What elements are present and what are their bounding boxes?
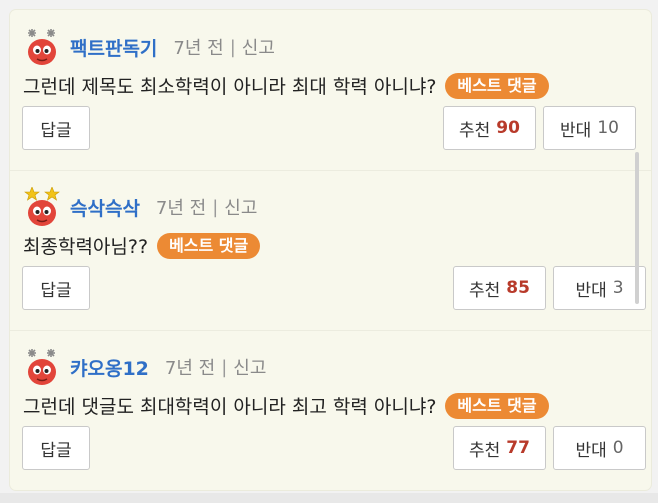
- comment-item: 캬오옹12 7년 전 | 신고 그런데 댓글도 최대학력이 아니라 최고 학력 …: [10, 330, 651, 490]
- comment-body: 그런데 댓글도 최대학력이 아니라 최고 학력 아니냐? 베스트 댓글: [23, 392, 549, 419]
- bottom-divider: [0, 493, 658, 503]
- comment-body: 그런데 제목도 최소학력이 아니라 최대 학력 아니냐? 베스트 댓글: [23, 72, 549, 99]
- comment-list: 팩트판독기 7년 전 | 신고 그런데 제목도 최소학력이 아니라 최대 학력 …: [10, 10, 651, 490]
- comment-text: 그런데 댓글도 최대학력이 아니라 최고 학력 아니냐?: [23, 396, 437, 418]
- downvote-label: 반대: [575, 280, 607, 301]
- report-link[interactable]: 신고: [233, 354, 266, 380]
- report-link[interactable]: 신고: [242, 34, 275, 60]
- reply-button-label: 답글: [40, 120, 72, 141]
- comment-text: 최종학력아님??: [23, 236, 149, 258]
- downvote-label: 반대: [560, 120, 592, 141]
- report-link[interactable]: 신고: [224, 194, 257, 220]
- comment-nickname[interactable]: 캬오옹12: [70, 354, 149, 381]
- upvote-label: 추천: [459, 120, 491, 141]
- comment-text: 그런데 제목도 최소학력이 아니라 최대 학력 아니냐?: [23, 76, 437, 98]
- gold-star-mascot-icon: [24, 187, 60, 227]
- meta-separator: |: [221, 356, 228, 378]
- gray-sparkle-mascot-icon: [24, 347, 60, 387]
- comment-nickname[interactable]: 팩트판독기: [70, 34, 157, 61]
- upvote-label: 추천: [469, 440, 501, 461]
- best-comment-badge: 베스트 댓글: [445, 392, 549, 419]
- downvote-count: 10: [597, 118, 619, 138]
- comment-meta: 팩트판독기 7년 전 | 신고: [24, 27, 275, 67]
- reply-button-label: 답글: [40, 440, 72, 461]
- comment-meta: 캬오옹12 7년 전 | 신고: [24, 347, 266, 387]
- comment-nickname[interactable]: 슥삭슥삭: [70, 194, 140, 221]
- reply-button[interactable]: 답글: [22, 426, 90, 470]
- downvote-button[interactable]: 반대 10: [543, 106, 636, 150]
- meta-separator: |: [212, 196, 219, 218]
- upvote-count: 90: [496, 118, 520, 138]
- comment-item: 슥삭슥삭 7년 전 | 신고 최종학력아님?? 베스트 댓글 답글 추천 85 반…: [10, 170, 651, 331]
- comment-item: 팩트판독기 7년 전 | 신고 그런데 제목도 최소학력이 아니라 최대 학력 …: [10, 10, 651, 171]
- best-comment-badge: 베스트 댓글: [157, 232, 261, 259]
- comment-time: 7년 전: [164, 358, 216, 379]
- downvote-count: 0: [612, 438, 624, 458]
- comment-body: 최종학력아님?? 베스트 댓글: [23, 232, 261, 259]
- upvote-count: 85: [506, 278, 530, 298]
- meta-separator: |: [229, 36, 236, 58]
- gray-sparkle-mascot-icon: [24, 27, 60, 67]
- comment-time: 7년 전: [155, 198, 207, 219]
- upvote-button[interactable]: 추천 90: [443, 106, 536, 150]
- comment-time: 7년 전: [173, 38, 224, 59]
- upvote-button[interactable]: 추천 77: [453, 426, 546, 470]
- downvote-button[interactable]: 반대 3: [553, 266, 646, 310]
- comment-meta: 슥삭슥삭 7년 전 | 신고: [24, 187, 257, 227]
- downvote-count: 3: [612, 278, 624, 298]
- upvote-count: 77: [506, 438, 530, 458]
- downvote-label: 반대: [575, 440, 607, 461]
- best-comment-badge: 베스트 댓글: [445, 72, 549, 99]
- reply-button[interactable]: 답글: [22, 266, 90, 310]
- upvote-button[interactable]: 추천 85: [453, 266, 546, 310]
- reply-button-label: 답글: [40, 280, 72, 301]
- reply-button[interactable]: 답글: [22, 106, 90, 150]
- downvote-button[interactable]: 반대 0: [553, 426, 646, 470]
- upvote-label: 추천: [469, 280, 501, 301]
- scrollbar[interactable]: [635, 152, 639, 304]
